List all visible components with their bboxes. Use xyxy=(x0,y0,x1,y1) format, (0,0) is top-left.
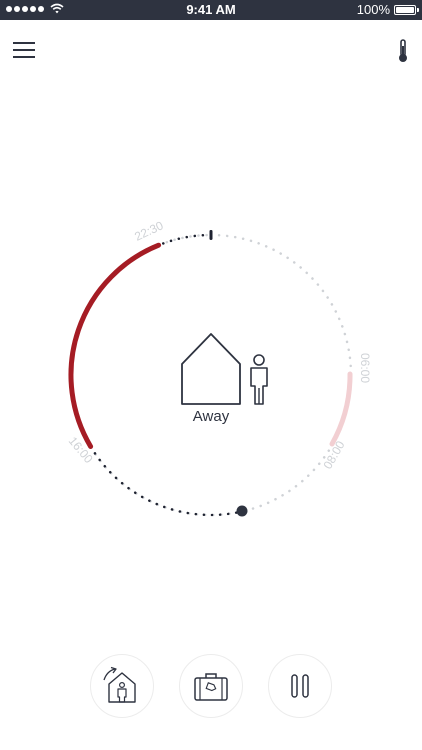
home-arrival-icon xyxy=(103,666,136,703)
tick-label-0800: 08:00 xyxy=(320,438,347,471)
tick-label-2230: 22:30 xyxy=(132,218,165,244)
pause-icon xyxy=(291,674,309,698)
hamburger-menu-icon xyxy=(13,42,35,58)
current-time-handle[interactable] xyxy=(236,505,248,517)
tick-label-1600: 16:00 xyxy=(66,434,96,466)
thermometer-icon xyxy=(399,39,407,62)
status-right: 100% xyxy=(356,2,419,17)
midnight-marker xyxy=(209,230,213,240)
pause-button[interactable] xyxy=(268,654,332,718)
battery-percent: 100% xyxy=(356,2,390,17)
schedule-dial: 22:30 06:00 08:00 16:00 xyxy=(66,218,372,517)
dial-track-dark-bottom xyxy=(89,445,244,517)
battery-icon xyxy=(394,4,419,15)
heat-arc-light[interactable] xyxy=(329,371,353,447)
away-button[interactable] xyxy=(179,654,243,718)
dial-track-dark-top xyxy=(157,233,213,247)
person-icon xyxy=(250,354,268,405)
heat-arc-active[interactable] xyxy=(68,242,162,449)
home-arrival-button[interactable] xyxy=(90,654,154,718)
mode-label: Away xyxy=(192,408,230,425)
suitcase-icon xyxy=(194,673,228,701)
home-away-icon xyxy=(181,333,268,405)
tick-label-0600: 06:00 xyxy=(358,353,372,383)
status-bar: 9:41 AM 100% xyxy=(0,0,422,20)
menu-button[interactable] xyxy=(12,40,36,60)
temperature-button[interactable] xyxy=(396,38,410,64)
house-outline-icon xyxy=(181,333,241,405)
